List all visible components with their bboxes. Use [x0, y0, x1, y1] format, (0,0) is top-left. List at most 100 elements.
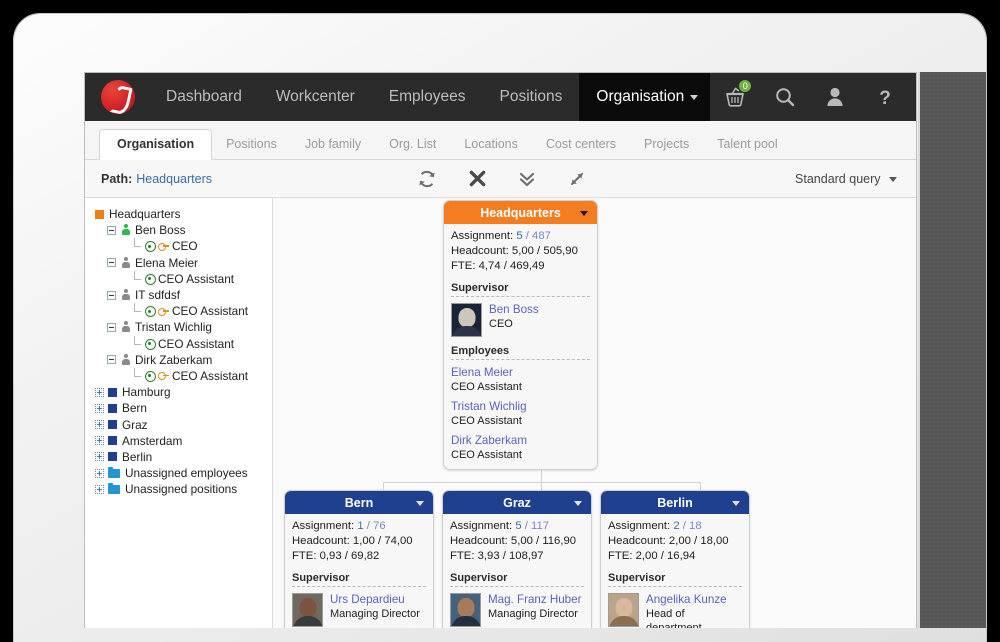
tab-projects[interactable]: Projects	[630, 130, 703, 159]
tree-node-unassigned-employees[interactable]: Unassigned employees	[95, 465, 272, 481]
assignment-value-current[interactable]: 5	[515, 520, 521, 532]
org-card-header[interactable]: Bern	[285, 491, 433, 514]
supervisor-row[interactable]: Ben Boss CEO	[451, 303, 590, 337]
chevron-down-icon[interactable]	[416, 501, 424, 506]
chevron-down-icon[interactable]	[580, 211, 588, 216]
tab-org-list[interactable]: Org. List	[375, 130, 450, 159]
nav-item-workcenter[interactable]: Workcenter	[259, 73, 372, 121]
refresh-icon[interactable]	[402, 160, 452, 198]
tree-node-ceo-assistant-1[interactable]: CEO Assistant	[95, 270, 272, 287]
fullscreen-icon[interactable]	[552, 160, 602, 198]
employee-entry[interactable]: Tristan Wichlig CEO Assistant	[451, 400, 590, 428]
tree-node-ceo-assistant-2[interactable]: CEO Assistant	[95, 303, 272, 319]
collapse-toggle-icon[interactable]	[107, 355, 116, 365]
chevron-down-icon[interactable]	[574, 501, 582, 506]
basket-icon[interactable]: 0	[710, 73, 760, 121]
fte-metric: FTE: 2,00 / 16,94	[608, 549, 742, 564]
collapse-toggle-icon[interactable]	[107, 258, 116, 268]
tab-locations[interactable]: Locations	[450, 130, 532, 159]
org-tree-panel[interactable]: Headquarters Ben Boss CEO Elena Meier CE…	[85, 198, 273, 628]
breadcrumb-headquarters[interactable]: Headquarters	[136, 172, 212, 186]
supervisor-name[interactable]: Ben Boss	[489, 303, 539, 317]
tab-job-family[interactable]: Job family	[291, 130, 375, 159]
collapse-all-icon[interactable]	[502, 160, 552, 198]
assignment-value-total[interactable]: 117	[531, 520, 549, 532]
assignment-value-total[interactable]: 18	[689, 520, 702, 532]
collapse-toggle-icon[interactable]	[107, 322, 116, 332]
supervisor-row[interactable]: Angelika Kunze Head of department	[608, 593, 742, 628]
tree-node-ceo-assistant-3[interactable]: CEO Assistant	[95, 335, 272, 352]
assignment-value-current[interactable]: 2	[673, 520, 679, 532]
employee-name[interactable]: Dirk Zaberkam	[451, 434, 590, 448]
tab-organisation[interactable]: Organisation	[99, 129, 213, 160]
collapse-toggle-icon[interactable]	[107, 290, 116, 300]
expand-toggle-icon[interactable]	[95, 403, 104, 413]
supervisor-row[interactable]: Urs Depardieu Managing Director	[292, 593, 426, 627]
nav-item-organisation[interactable]: Organisation	[579, 73, 711, 121]
expand-toggle-icon[interactable]	[95, 484, 104, 494]
org-card-header[interactable]: Berlin	[601, 491, 749, 514]
assignment-value-total[interactable]: 76	[373, 520, 386, 532]
tree-node-ceo[interactable]: CEO	[95, 238, 272, 254]
org-card-graz[interactable]: Graz Assignment: 5 / 117 Headcount: 5,00…	[442, 490, 592, 628]
company-logo[interactable]	[101, 80, 135, 114]
assignment-value-current[interactable]: 1	[357, 520, 363, 532]
tree-node-dirk-zaberkam[interactable]: Dirk Zaberkam	[95, 352, 272, 368]
tree-node-ceo-assistant-4[interactable]: CEO Assistant	[95, 367, 272, 384]
org-card-header[interactable]: Headquarters	[444, 201, 597, 224]
supervisor-row[interactable]: Mag. Franz Huber Managing Director	[450, 593, 584, 627]
tab-cost-centers[interactable]: Cost centers	[532, 130, 630, 159]
assignment-value-current[interactable]: 5	[516, 230, 522, 242]
square-orange-icon	[95, 209, 104, 219]
tree-node-berlin[interactable]: Berlin	[95, 449, 272, 465]
search-icon[interactable]	[760, 73, 810, 121]
org-card-berlin[interactable]: Berlin Assignment: 2 / 18 Headcount: 2,0…	[600, 490, 750, 628]
tree-node-graz[interactable]: Graz	[95, 416, 272, 432]
org-card-body: Assignment: 2 / 18 Headcount: 2,00 / 18,…	[601, 514, 749, 628]
nav-item-employees[interactable]: Employees	[372, 73, 483, 121]
employee-name[interactable]: Tristan Wichlig	[451, 400, 590, 414]
collapse-toggle-icon[interactable]	[107, 225, 116, 235]
assignment-value-total[interactable]: 487	[532, 230, 551, 242]
close-icon[interactable]	[452, 160, 502, 198]
employee-entry[interactable]: Elena Meier CEO Assistant	[451, 366, 590, 394]
person-icon	[120, 256, 131, 269]
employee-role: CEO Assistant	[451, 381, 522, 393]
tree-node-tristan-wichlig[interactable]: Tristan Wichlig	[95, 319, 272, 335]
supervisor-name[interactable]: Urs Depardieu	[330, 593, 420, 607]
expand-toggle-icon[interactable]	[95, 387, 104, 397]
supervisor-name[interactable]: Mag. Franz Huber	[488, 593, 581, 607]
tree-node-label: CEO Assistant	[172, 304, 249, 319]
key-icon	[158, 241, 169, 252]
tree-node-amsterdam[interactable]: Amsterdam	[95, 433, 272, 449]
nav-item-positions[interactable]: Positions	[482, 73, 579, 121]
org-card-headquarters[interactable]: Headquarters Assignment: 5 / 487 Headcou…	[443, 200, 598, 470]
power-icon[interactable]	[910, 73, 916, 121]
tree-node-elena-meier[interactable]: Elena Meier	[95, 255, 272, 271]
tree-node-ben-boss[interactable]: Ben Boss	[95, 222, 272, 238]
employee-name[interactable]: Elena Meier	[451, 366, 590, 380]
nav-item-dashboard[interactable]: Dashboard	[149, 73, 259, 121]
headcount-value: 5,00 / 505,90	[511, 245, 578, 257]
expand-toggle-icon[interactable]	[95, 452, 104, 462]
expand-toggle-icon[interactable]	[95, 468, 104, 478]
expand-toggle-icon[interactable]	[95, 436, 104, 446]
tree-node-hamburg[interactable]: Hamburg	[95, 384, 272, 400]
position-icon	[144, 241, 156, 253]
org-card-bern[interactable]: Bern Assignment: 1 / 76 Headcount: 1,00 …	[284, 490, 434, 628]
tab-positions[interactable]: Positions	[212, 130, 291, 159]
square-navy-icon	[108, 452, 117, 462]
query-selector[interactable]: Standard query	[795, 172, 900, 186]
employee-entry[interactable]: Dirk Zaberkam CEO Assistant	[451, 434, 590, 462]
tree-node-bern[interactable]: Bern	[95, 400, 272, 416]
tree-node-headquarters[interactable]: Headquarters	[95, 206, 272, 222]
tree-node-unassigned-positions[interactable]: Unassigned positions	[95, 481, 272, 497]
chevron-down-icon[interactable]	[732, 501, 740, 506]
tree-node-it-sdfdsf[interactable]: IT sdfdsf	[95, 287, 272, 303]
supervisor-name[interactable]: Angelika Kunze	[646, 593, 742, 607]
expand-toggle-icon[interactable]	[95, 420, 104, 430]
help-icon[interactable]: ?	[860, 73, 910, 121]
org-card-header[interactable]: Graz	[443, 491, 591, 514]
tab-talent-pool[interactable]: Talent pool	[703, 130, 791, 159]
user-icon[interactable]	[810, 73, 860, 121]
